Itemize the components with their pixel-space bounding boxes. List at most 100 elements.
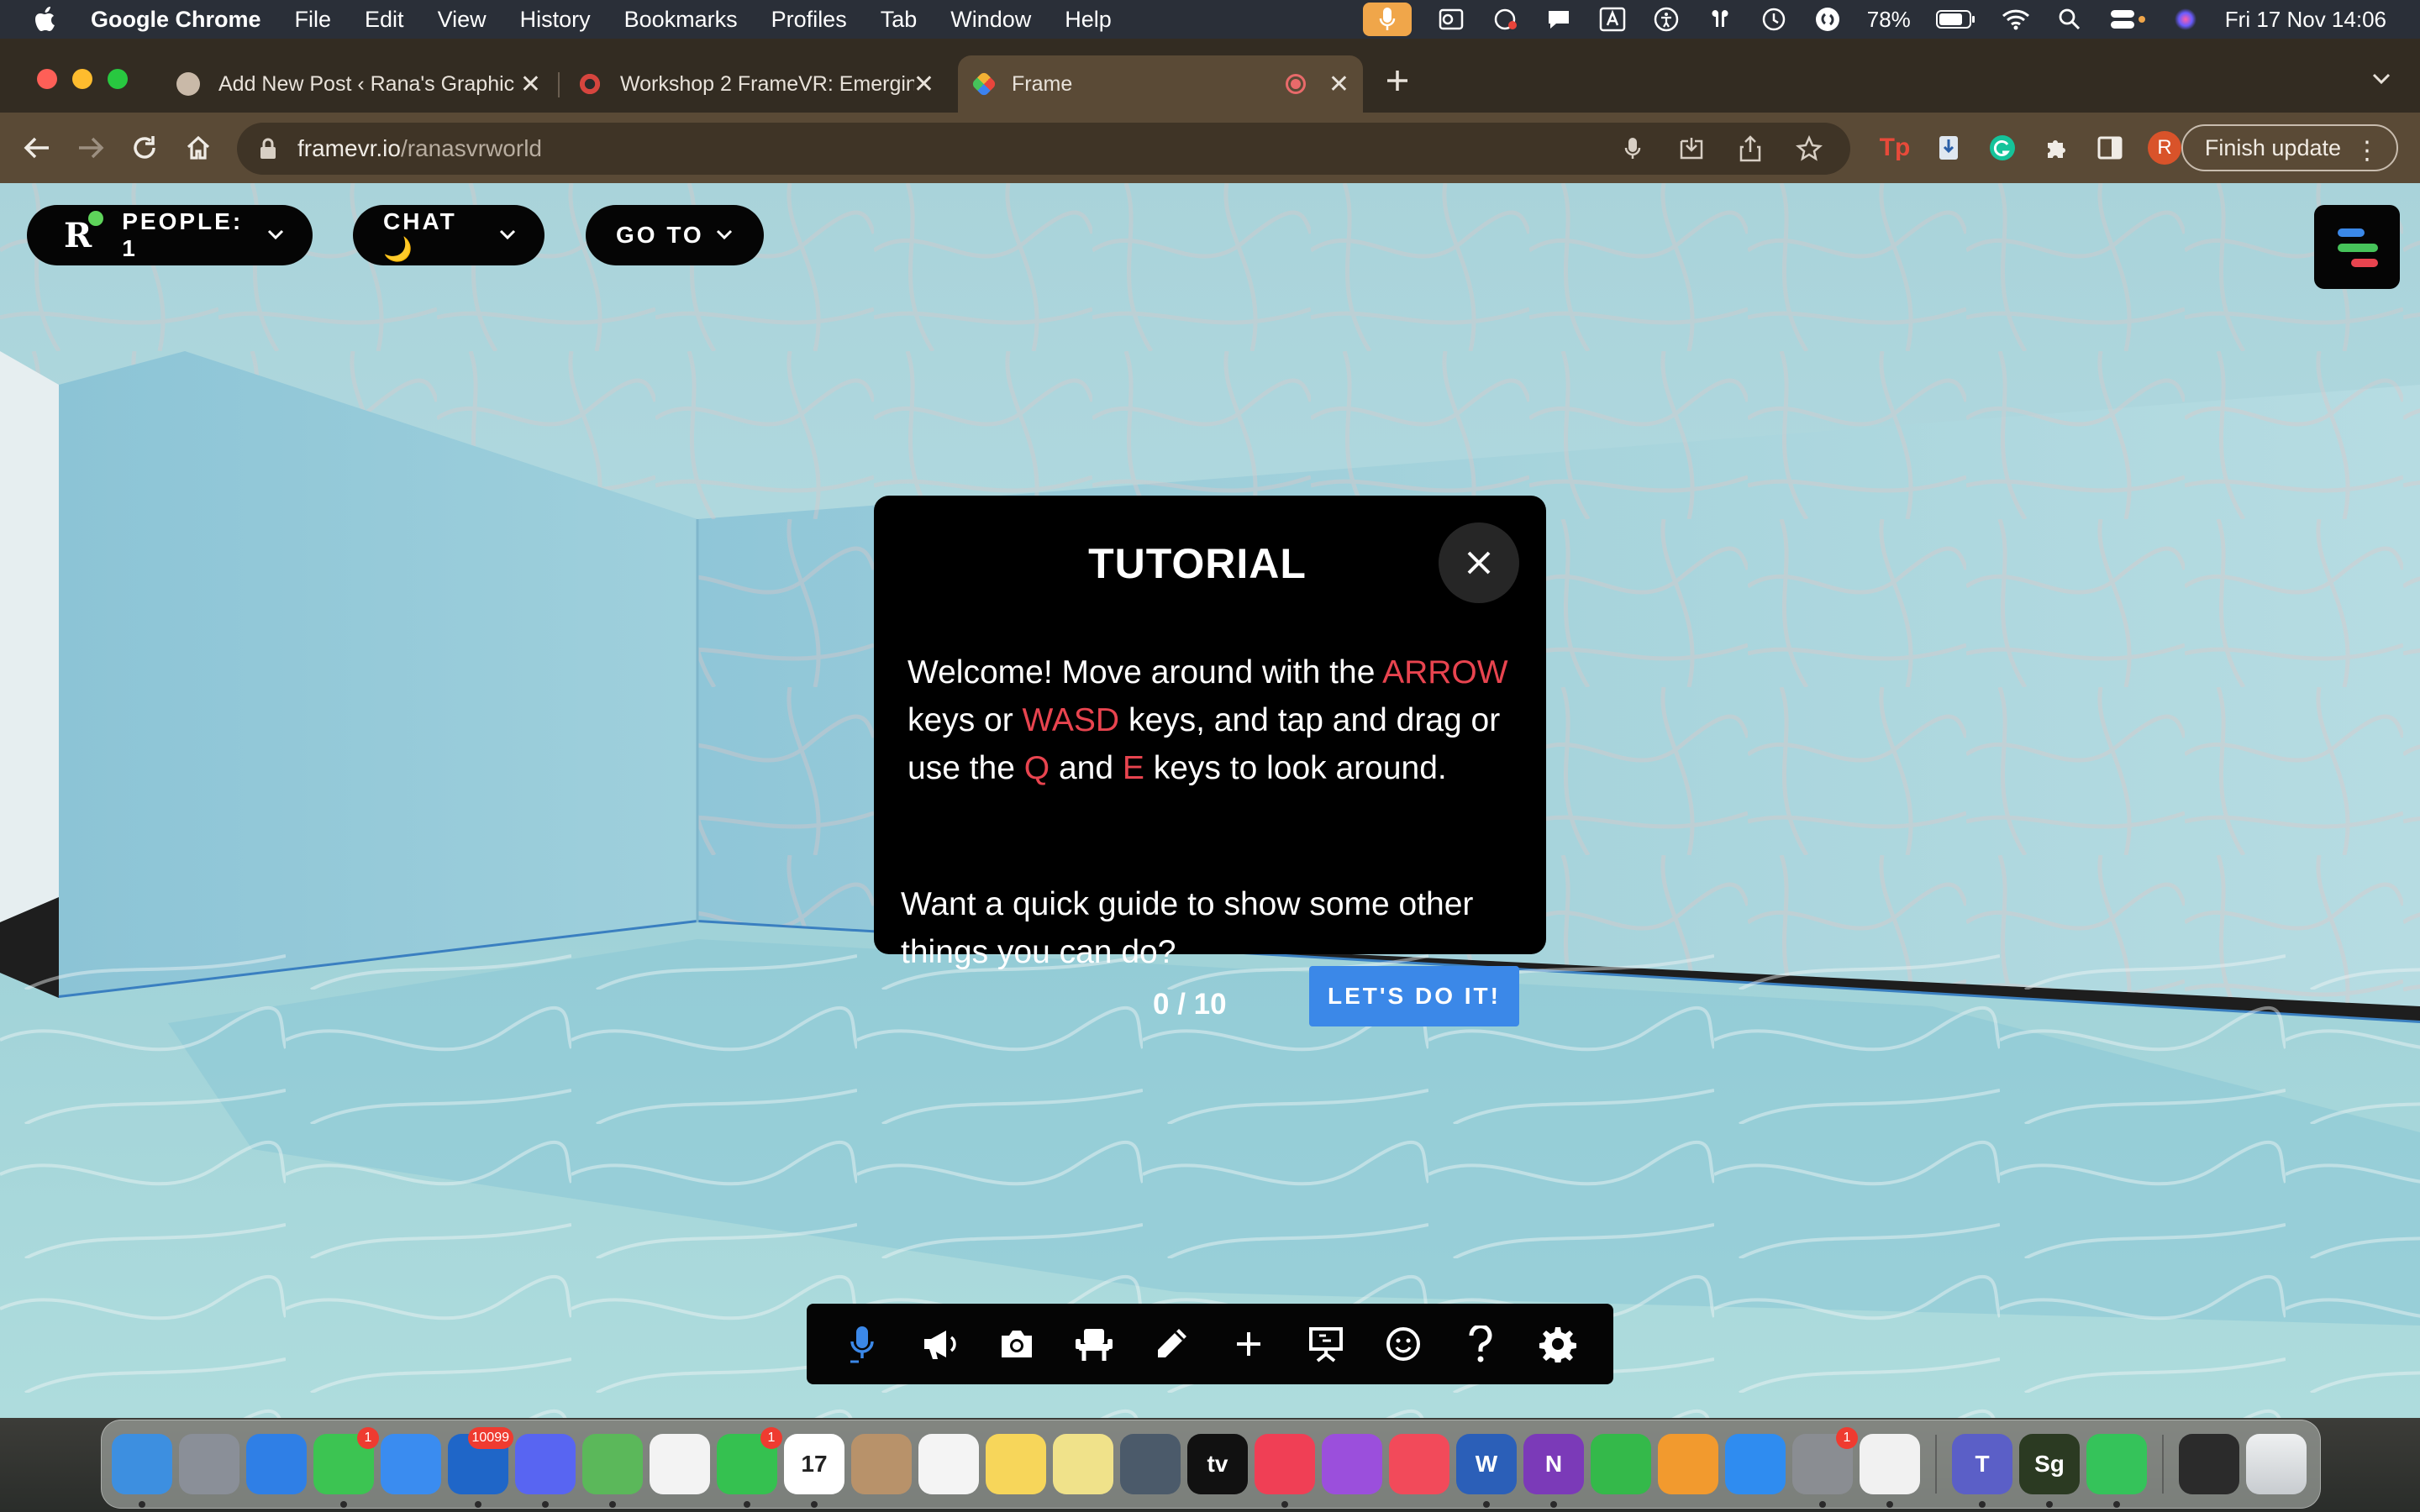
dock-speedgrade-icon[interactable]: Sg: [2019, 1434, 2080, 1508]
dock-podcasts-icon[interactable]: [1322, 1434, 1382, 1494]
dock-notes-icon[interactable]: [986, 1434, 1046, 1494]
dock-contacts-icon[interactable]: [851, 1434, 912, 1494]
address-bar[interactable]: framevr.io/ranasvrworld: [237, 123, 1850, 175]
dock-trash-icon[interactable]: [2246, 1434, 2307, 1494]
reload-button[interactable]: [124, 128, 165, 168]
forward-button[interactable]: [71, 128, 111, 168]
pencil-icon[interactable]: [1148, 1320, 1195, 1368]
menu-file[interactable]: File: [295, 7, 332, 33]
finish-update-button[interactable]: Finish update ⋮: [2181, 124, 2398, 171]
dock-messages-icon[interactable]: 1: [313, 1427, 379, 1508]
microphone-in-use-icon[interactable]: [1362, 3, 1412, 36]
dock-maps-icon[interactable]: [582, 1434, 643, 1508]
dock-photos-icon[interactable]: [650, 1434, 710, 1494]
tab-workshop-framevr[interactable]: Workshop 2 FrameVR: Emerging ✕: [561, 55, 948, 113]
menu-bookmarks[interactable]: Bookmarks: [624, 7, 738, 33]
menu-tab[interactable]: Tab: [881, 7, 918, 33]
tp-extension-icon[interactable]: Tp: [1879, 128, 1911, 168]
menu-edit[interactable]: Edit: [365, 7, 404, 33]
close-tutorial-button[interactable]: [1439, 522, 1519, 603]
kebab-menu-icon[interactable]: ⋮: [2354, 136, 2380, 165]
battery-icon[interactable]: [1935, 5, 1976, 34]
dock-music-icon[interactable]: [1255, 1434, 1315, 1508]
dock-chrome-icon[interactable]: [1860, 1434, 1920, 1508]
dock-word-icon[interactable]: W: [1456, 1434, 1517, 1508]
input-source-icon[interactable]: [1598, 5, 1627, 34]
outlook-status-icon[interactable]: [1437, 5, 1465, 34]
minimize-window-button[interactable]: [72, 69, 92, 89]
dock-news-icon[interactable]: [1389, 1434, 1449, 1494]
zoom-window-button[interactable]: [108, 69, 128, 89]
camera-icon[interactable]: [993, 1320, 1040, 1368]
side-panel-icon[interactable]: [2094, 128, 2126, 168]
apple-menu-icon[interactable]: [34, 5, 59, 34]
microphone-icon[interactable]: [839, 1320, 886, 1368]
emoji-icon[interactable]: [1380, 1320, 1427, 1368]
menu-history[interactable]: History: [520, 7, 591, 33]
save-extension-icon[interactable]: [1933, 128, 1965, 168]
wifi-icon[interactable]: [2002, 5, 2030, 34]
menu-view[interactable]: View: [438, 7, 487, 33]
start-tutorial-button[interactable]: LET'S DO IT!: [1309, 966, 1519, 1026]
creative-cloud-icon[interactable]: [1491, 5, 1519, 34]
dock-quicktime-icon[interactable]: [1120, 1434, 1181, 1494]
close-tab-icon[interactable]: ✕: [913, 70, 934, 99]
close-window-button[interactable]: [37, 69, 57, 89]
accessibility-icon[interactable]: [1652, 5, 1681, 34]
menu-window[interactable]: Window: [950, 7, 1031, 33]
close-tab-icon[interactable]: ✕: [1328, 70, 1349, 99]
help-icon[interactable]: [1457, 1320, 1504, 1368]
bookmark-star-icon[interactable]: [1793, 133, 1825, 165]
presentation-icon[interactable]: [1302, 1320, 1349, 1368]
seat-icon[interactable]: [1071, 1320, 1118, 1368]
dock-safari-icon[interactable]: [246, 1434, 307, 1494]
frame-menu-button[interactable]: [2314, 205, 2400, 289]
chat-bubble-icon[interactable]: [1544, 5, 1573, 34]
back-button[interactable]: [17, 128, 57, 168]
lock-icon[interactable]: [259, 136, 281, 161]
time-machine-icon[interactable]: [1760, 5, 1788, 34]
dock-pages-icon[interactable]: [1658, 1434, 1718, 1494]
go-to-button[interactable]: GO TO: [586, 205, 764, 265]
dock-teams-icon[interactable]: T: [1952, 1434, 2012, 1508]
dock-whatsapp-icon[interactable]: [2086, 1434, 2147, 1508]
shazam-icon[interactable]: [1813, 5, 1842, 34]
dock-outlook-icon[interactable]: 10099: [448, 1427, 513, 1508]
control-center-icon[interactable]: [2109, 5, 2146, 34]
install-app-icon[interactable]: [1676, 133, 1707, 165]
dock-discord-icon[interactable]: [515, 1434, 576, 1508]
voice-search-icon[interactable]: [1617, 133, 1649, 165]
close-tab-icon[interactable]: ✕: [520, 70, 541, 99]
dock-numbers-icon[interactable]: [1591, 1434, 1651, 1494]
tab-add-new-post[interactable]: Add New Post ‹ Rana's Graphic ✕: [160, 55, 555, 113]
grammarly-icon[interactable]: [1986, 128, 2018, 168]
tab-frame-active[interactable]: Frame ✕: [958, 55, 1363, 113]
tab-search-chevron-icon[interactable]: [2371, 72, 2391, 90]
menu-profiles[interactable]: Profiles: [771, 7, 847, 33]
dock-calendar-icon[interactable]: 17: [784, 1434, 844, 1508]
dock-facetime-icon[interactable]: 1: [717, 1427, 782, 1508]
dock-stickies-icon[interactable]: [1053, 1434, 1113, 1494]
active-app-name[interactable]: Google Chrome: [91, 7, 261, 33]
dock-apple-tv-icon[interactable]: tv: [1187, 1434, 1248, 1494]
extensions-puzzle-icon[interactable]: [2040, 128, 2072, 168]
dock-onenote-icon[interactable]: N: [1523, 1434, 1584, 1508]
dock-app-store-icon[interactable]: [1725, 1434, 1786, 1494]
menu-help[interactable]: Help: [1065, 7, 1112, 33]
dock-launchpad-icon[interactable]: [179, 1434, 239, 1494]
framevr-3d-viewport[interactable]: R PEOPLE: 1 CHAT 🌙 GO TO TUTORIAL Welcom…: [0, 183, 2420, 1418]
people-button[interactable]: R PEOPLE: 1: [27, 205, 313, 265]
settings-icon[interactable]: [1534, 1320, 1581, 1368]
megaphone-icon[interactable]: [916, 1320, 963, 1368]
plus-icon[interactable]: [1225, 1320, 1272, 1368]
dock-system-settings-icon[interactable]: 1: [1792, 1427, 1858, 1508]
airpods-icon[interactable]: [1706, 5, 1734, 34]
new-tab-button[interactable]: [1385, 60, 1410, 102]
chat-button[interactable]: CHAT 🌙: [353, 205, 544, 265]
home-button[interactable]: [178, 128, 218, 168]
dock-downloads-stack-icon[interactable]: [2179, 1434, 2239, 1494]
share-icon[interactable]: [1734, 133, 1766, 165]
spotlight-search-icon[interactable]: [2055, 5, 2084, 34]
dock-reminders-icon[interactable]: [918, 1434, 979, 1494]
menu-bar-clock[interactable]: Fri 17 Nov 14:06: [2225, 7, 2386, 33]
